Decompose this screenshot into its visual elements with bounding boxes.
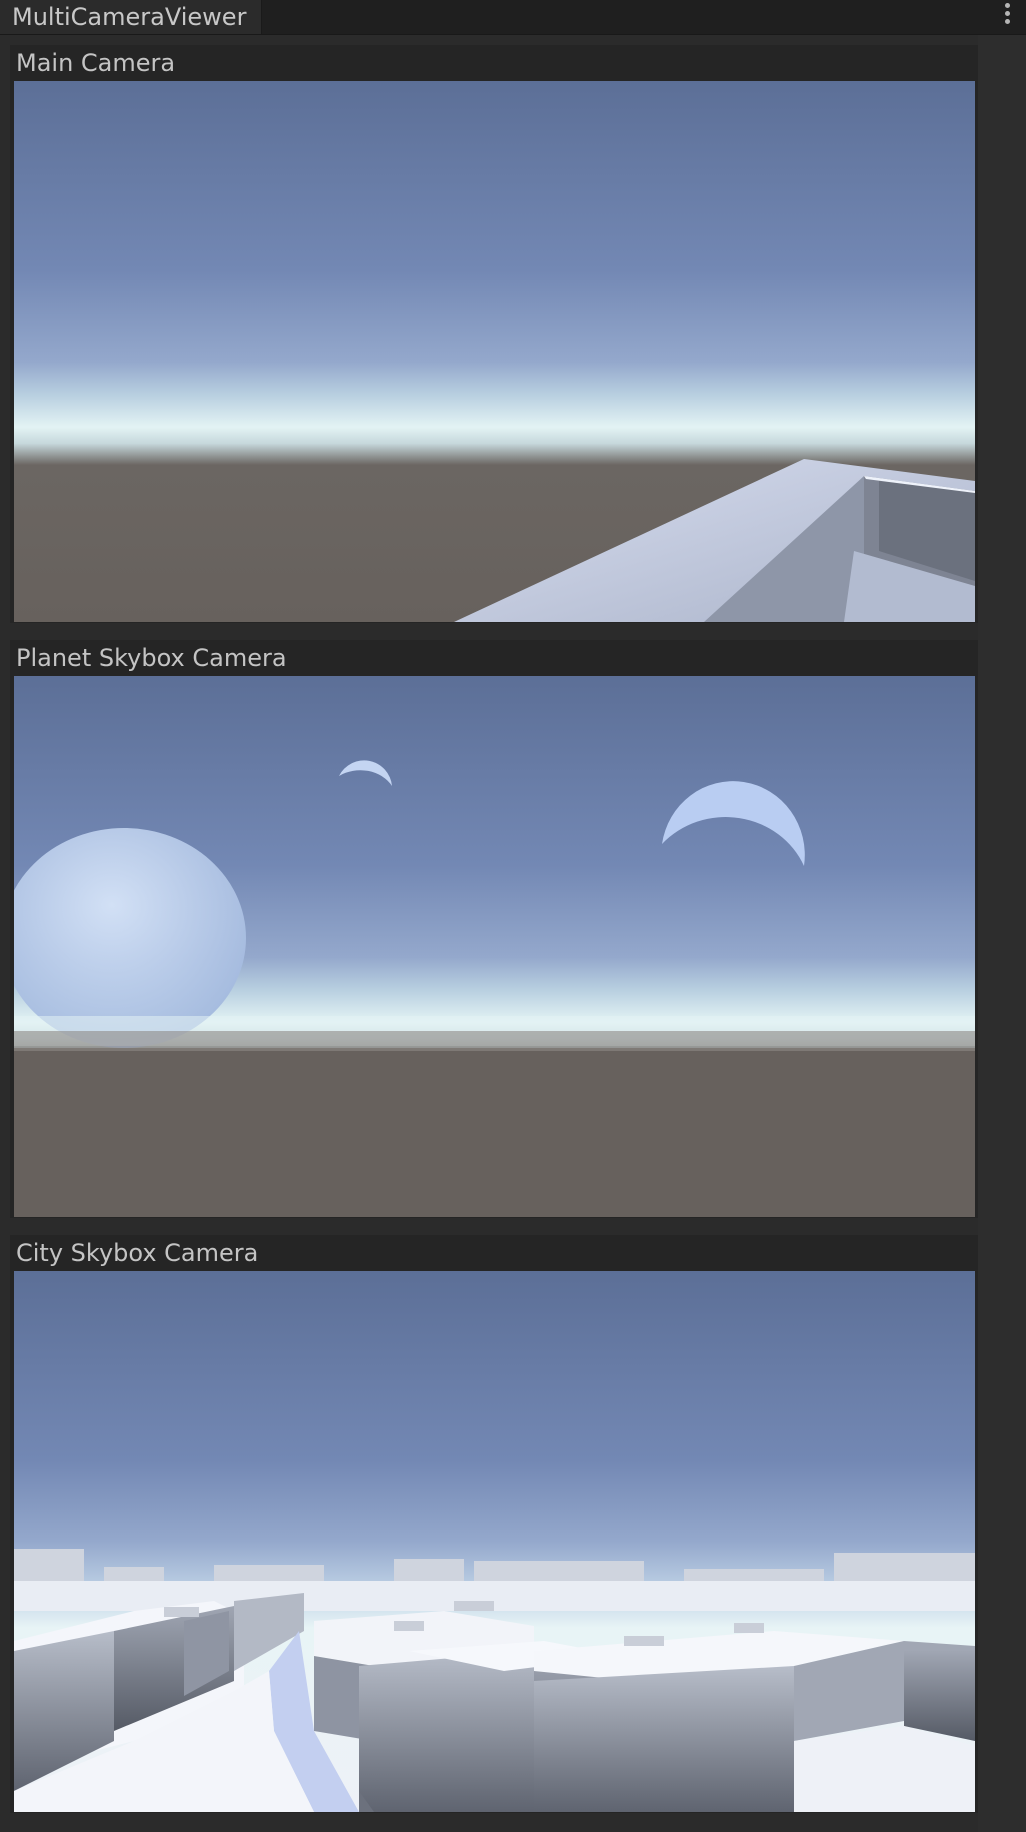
city-skybox-render [14, 1271, 975, 1812]
camera-label: Main Camera [16, 49, 176, 77]
tab-bar: MultiCameraViewer [0, 0, 1026, 35]
camera-panel-city-skybox: City Skybox Camera [10, 1235, 978, 1813]
camera-viewport-planet-skybox[interactable] [14, 676, 975, 1217]
camera-viewport-city-skybox[interactable] [14, 1271, 975, 1812]
camera-viewport-main[interactable] [14, 81, 975, 622]
camera-panel-planet-skybox: Planet Skybox Camera [10, 640, 978, 1218]
planet-skybox-render [14, 676, 975, 1217]
camera-label: City Skybox Camera [16, 1239, 259, 1267]
camera-label: Planet Skybox Camera [16, 644, 287, 672]
camera-panel-main: Main Camera [10, 45, 978, 623]
multi-camera-viewer-window: MultiCameraViewer Main Camera Planet Sky… [0, 0, 1026, 1832]
kebab-menu-icon[interactable] [990, 0, 1026, 34]
tab-multi-camera-viewer[interactable]: MultiCameraViewer [0, 0, 262, 34]
camera-list: Main Camera Planet Skybox Camera City Sk… [0, 35, 1026, 1832]
main-camera-render [14, 81, 975, 622]
vertical-scrollbar[interactable] [978, 35, 1026, 1832]
